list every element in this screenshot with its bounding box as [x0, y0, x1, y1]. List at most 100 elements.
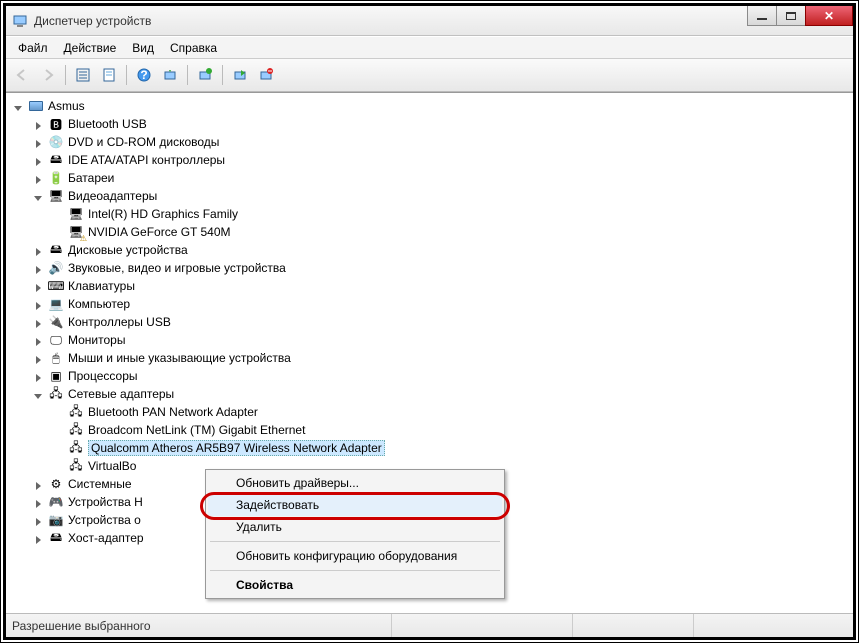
expand-icon[interactable] — [34, 281, 45, 292]
tree-category-label[interactable]: Батареи — [68, 171, 114, 185]
expand-icon[interactable] — [34, 497, 45, 508]
tree-category-label[interactable]: IDE ATA/ATAPI контроллеры — [68, 153, 225, 167]
titlebar[interactable]: Диспетчер устройств ✕ — [6, 6, 853, 36]
tree-category-label[interactable]: Звуковые, видео и игровые устройства — [68, 261, 286, 275]
expand-icon[interactable] — [34, 389, 45, 400]
tree-category-label[interactable]: Компьютер — [68, 297, 130, 311]
tree-category[interactable]: ▣Процессоры — [34, 367, 845, 385]
root-node-label[interactable]: Asmus — [48, 99, 85, 113]
svg-text:?: ? — [140, 68, 147, 82]
tree-category[interactable]: 🔌 Контроллеры USB — [34, 313, 845, 331]
menu-file[interactable]: Файл — [10, 38, 56, 58]
tree-category-label[interactable]: Системные — [68, 477, 132, 491]
tree-category-label[interactable]: Устройства H — [68, 495, 143, 509]
tree-category[interactable]: 🖴IDE ATA/ATAPI контроллеры — [34, 151, 845, 169]
menu-action[interactable]: Действие — [56, 38, 125, 58]
expand-icon[interactable] — [34, 515, 45, 526]
tree-device-label[interactable]: Broadcom NetLink (TM) Gigabit Ethernet — [88, 423, 305, 437]
expand-icon[interactable] — [34, 533, 45, 544]
tree-category[interactable]: 🖥 Видеоадаптеры — [34, 187, 845, 205]
context-menu-item[interactable]: Свойства — [208, 574, 502, 596]
tree-category[interactable]: ⌨Клавиатуры — [34, 277, 845, 295]
app-icon — [12, 13, 28, 29]
tree-device[interactable]: 🖧Broadcom NetLink (TM) Gigabit Ethernet — [54, 421, 845, 439]
tree-category-label[interactable]: Хост-адаптер — [68, 531, 144, 545]
show-list-button[interactable] — [71, 63, 95, 87]
tree-device[interactable]: 🖧 Bluetooth PAN Network Adapter — [54, 403, 845, 421]
sys-icon: ⚙ — [48, 476, 64, 492]
tree-device[interactable]: 🖥 NVIDIA GeForce GT 540M — [54, 223, 845, 241]
expand-icon[interactable] — [34, 137, 45, 148]
net-icon: 🖧 — [68, 458, 84, 474]
pc-icon: 💻 — [48, 296, 64, 312]
expand-icon[interactable] — [34, 353, 45, 364]
minimize-button[interactable] — [747, 6, 777, 26]
uninstall-button[interactable] — [254, 63, 278, 87]
expand-icon[interactable] — [34, 371, 45, 382]
expand-icon[interactable] — [34, 335, 45, 346]
tree-device-label[interactable]: Qualcomm Atheros AR5B97 Wireless Network… — [88, 440, 385, 456]
monitor-icon: 🖵 — [48, 332, 64, 348]
net-icon: 🖧 — [68, 404, 84, 420]
tree-category[interactable]: 🔋Батареи — [34, 169, 845, 187]
expand-icon[interactable] — [34, 479, 45, 490]
tree-category-label[interactable]: Дисковые устройства — [68, 243, 188, 257]
tree-category-label[interactable]: Контроллеры USB — [68, 315, 171, 329]
tree-device-label[interactable]: VirtualBo — [88, 459, 136, 473]
tree-category-label[interactable]: Сетевые адаптеры — [68, 387, 174, 401]
help-button[interactable]: ? — [132, 63, 156, 87]
tree-device[interactable]: 🖥Intel(R) HD Graphics Family — [54, 205, 845, 223]
tree-category-label[interactable]: Видеоадаптеры — [68, 189, 157, 203]
display-icon: 🖥 — [48, 188, 64, 204]
context-menu-item[interactable]: Обновить конфигурацию оборудования — [208, 545, 502, 567]
usb-icon: 🔌 — [48, 314, 64, 330]
expand-icon[interactable] — [34, 191, 45, 202]
tree-category[interactable]: 🖱 Мыши и иные указывающие устройства — [34, 349, 845, 367]
enable-button[interactable] — [228, 63, 252, 87]
tree-category[interactable]: 🖧 Сетевые адаптеры — [34, 385, 845, 403]
menu-help[interactable]: Справка — [162, 38, 225, 58]
expand-icon[interactable] — [34, 155, 45, 166]
menu-separator — [210, 541, 500, 542]
mouse-icon: 🖱 — [48, 350, 64, 366]
tree-category[interactable]: 🖴 Дисковые устройства — [34, 241, 845, 259]
expand-icon[interactable] — [34, 263, 45, 274]
tree-device[interactable]: 🖧Qualcomm Atheros AR5B97 Wireless Networ… — [54, 439, 845, 457]
expand-icon[interactable] — [34, 317, 45, 328]
close-button[interactable]: ✕ — [805, 6, 853, 26]
menu-view[interactable]: Вид — [124, 38, 162, 58]
context-menu-item[interactable]: Задействовать — [208, 494, 502, 516]
net-icon: 🖧 — [48, 386, 64, 402]
menubar: Файл Действие Вид Справка — [6, 36, 853, 58]
tree-category-label[interactable]: Процессоры — [68, 369, 138, 383]
hdd-icon: 🖴 — [48, 242, 64, 258]
tree-category-label[interactable]: Клавиатуры — [68, 279, 135, 293]
display-icon: 🖥 — [68, 224, 84, 240]
hid-icon: 🎮 — [48, 494, 64, 510]
expand-icon[interactable] — [34, 245, 45, 256]
expand-icon[interactable] — [34, 299, 45, 310]
tree-device-label[interactable]: Bluetooth PAN Network Adapter — [88, 405, 258, 419]
update-driver-button[interactable] — [193, 63, 217, 87]
expand-icon[interactable] — [34, 119, 45, 130]
window-title: Диспетчер устройств — [34, 14, 847, 28]
tree-category-label[interactable]: DVD и CD-ROM дисководы — [68, 135, 219, 149]
tree-category-label[interactable]: Bluetooth USB — [68, 117, 147, 131]
scan-button[interactable] — [158, 63, 182, 87]
tree-category[interactable]: 💿DVD и CD-ROM дисководы — [34, 133, 845, 151]
tree-category[interactable]: 🔊Звуковые, видео и игровые устройства — [34, 259, 845, 277]
properties-button[interactable] — [97, 63, 121, 87]
tree-category-label[interactable]: Устройства о — [68, 513, 141, 527]
tree-category[interactable]: 🅱Bluetooth USB — [34, 115, 845, 133]
tree-category-label[interactable]: Мониторы — [68, 333, 125, 347]
expand-icon[interactable] — [34, 173, 45, 184]
tree-device-label[interactable]: Intel(R) HD Graphics Family — [88, 207, 238, 221]
tree-category[interactable]: 💻 Компьютер — [34, 295, 845, 313]
context-menu-item[interactable]: Удалить — [208, 516, 502, 538]
tree-category[interactable]: 🖵 Мониторы — [34, 331, 845, 349]
maximize-button[interactable] — [776, 6, 806, 26]
tree-category-label[interactable]: Мыши и иные указывающие устройства — [68, 351, 291, 365]
expand-icon[interactable] — [14, 101, 25, 112]
context-menu-item[interactable]: Обновить драйверы... — [208, 472, 502, 494]
tree-device-label[interactable]: NVIDIA GeForce GT 540M — [88, 225, 231, 239]
